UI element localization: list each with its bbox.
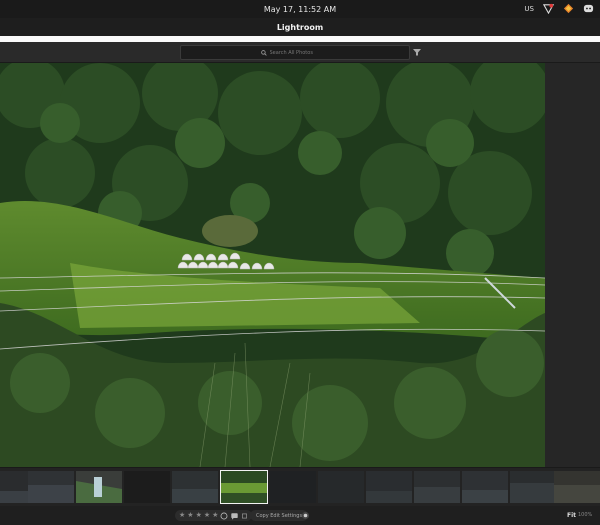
filmstrip-thumbnail[interactable] <box>554 471 600 503</box>
filmstrip <box>0 467 600 506</box>
copy-edit-settings-button[interactable]: Copy Edit Settings <box>250 510 309 521</box>
zoom-level-dropdown[interactable]: 100% <box>578 512 592 518</box>
discord-icon[interactable] <box>583 3 594 14</box>
filmstrip-thumbnail[interactable] <box>270 471 316 503</box>
filmstrip-thumbnail[interactable] <box>172 471 218 503</box>
star-icon[interactable]: ★ <box>196 510 202 521</box>
fit-button[interactable]: Fit <box>567 512 576 519</box>
system-top-bar: May 17, 11:52 AM US <box>0 0 600 18</box>
filter-icon[interactable] <box>412 47 422 57</box>
filmstrip-thumbnail[interactable] <box>414 471 460 503</box>
search-input[interactable] <box>269 49 330 56</box>
main-view <box>0 63 600 467</box>
search-icon <box>260 49 267 56</box>
rating-group: ★ ★ ★ ★ ★ <box>175 510 253 521</box>
keyword-icon[interactable] <box>241 512 248 520</box>
language-indicator[interactable]: US <box>524 5 534 13</box>
comment-icon[interactable] <box>230 512 239 520</box>
filmstrip-thumbnail[interactable] <box>510 471 556 503</box>
filmstrip-thumbnail[interactable] <box>366 471 412 503</box>
gear-icon[interactable] <box>301 511 310 520</box>
top-toolbar <box>0 42 600 63</box>
search-box[interactable] <box>180 45 410 60</box>
reject-flag-icon[interactable] <box>220 512 228 520</box>
system-clock[interactable]: May 17, 11:52 AM <box>264 5 336 14</box>
star-icon[interactable]: ★ <box>204 510 210 521</box>
right-panel <box>545 63 600 467</box>
system-tray: US <box>524 3 594 14</box>
filmstrip-thumbnail[interactable] <box>76 471 122 503</box>
filmstrip-thumbnail[interactable] <box>318 471 364 503</box>
brave-icon[interactable] <box>563 3 574 14</box>
filmstrip-thumbnail[interactable] <box>124 471 170 503</box>
filmstrip-thumbnail[interactable] <box>462 471 508 503</box>
app-title: Lightroom <box>276 22 324 32</box>
landscape-photo <box>0 63 545 467</box>
star-icon[interactable]: ★ <box>187 510 193 521</box>
filmstrip-thumbnail[interactable] <box>28 471 74 503</box>
filmstrip-thumbnail-selected[interactable] <box>220 470 268 504</box>
star-icon[interactable]: ★ <box>179 510 185 521</box>
bottom-bar: ★ ★ ★ ★ ★ Copy Edit Settings Fit 100% <box>0 506 600 525</box>
star-icon[interactable]: ★ <box>212 510 218 521</box>
network-icon[interactable] <box>543 3 554 14</box>
photo-preview[interactable] <box>0 63 545 467</box>
app-title-bar: Lightroom <box>0 18 600 36</box>
